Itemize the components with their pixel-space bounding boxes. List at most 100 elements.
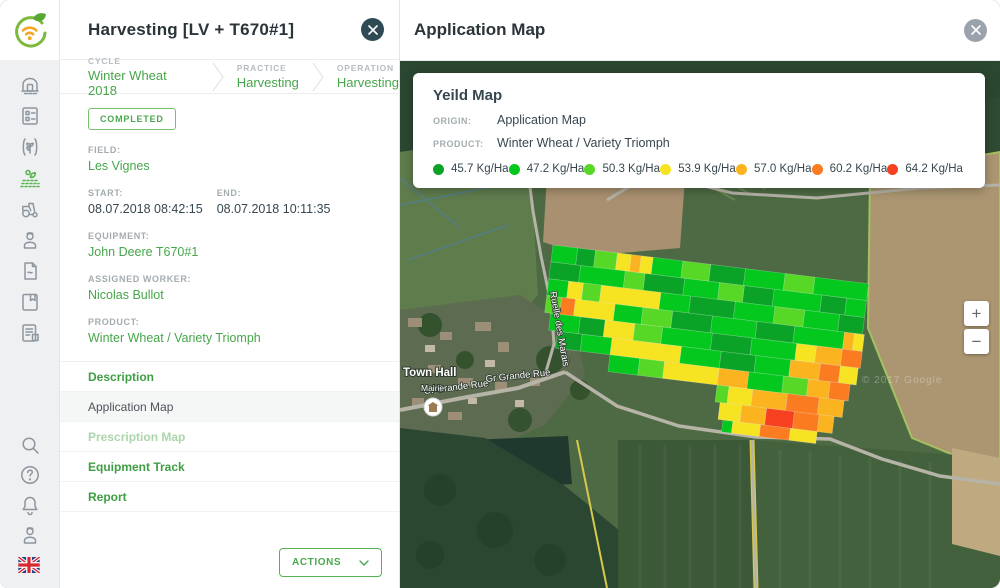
- breadcrumb-operation[interactable]: OPERATION Harvesting: [337, 63, 399, 90]
- search-icon[interactable]: [18, 433, 42, 457]
- close-icon: [971, 25, 981, 35]
- detail-label: END:: [217, 188, 331, 198]
- zoom-out-button[interactable]: −: [964, 329, 989, 354]
- section-description[interactable]: Description: [60, 362, 399, 392]
- breadcrumb-label: PRACTICE: [237, 63, 299, 73]
- detail-value: 08.07.2018 10:11:35: [217, 202, 331, 216]
- map-zoom-controls: + −: [964, 301, 989, 354]
- task-title: Harvesting [LV + T670#1]: [88, 20, 361, 40]
- operations-icon[interactable]: [18, 166, 42, 190]
- legend-dot-icon: [433, 164, 444, 175]
- breadcrumb-cycle[interactable]: CYCLE Winter Wheat 2018: [88, 56, 199, 98]
- map-watermark: © 2017 Google: [862, 375, 942, 386]
- map-close-button[interactable]: [964, 19, 987, 42]
- map-panel-header: Application Map: [400, 0, 1000, 60]
- legend-label: 64.2 Kg/Ha: [905, 163, 963, 175]
- workers-icon[interactable]: [18, 228, 42, 252]
- app-window: Harvesting [LV + T670#1] CYCLE Winter Wh…: [0, 0, 1000, 588]
- breadcrumb-value: Winter Wheat 2018: [88, 68, 199, 98]
- task-panel: Harvesting [LV + T670#1] CYCLE Winter Wh…: [60, 0, 400, 588]
- map-panel: © 2017 Google Gr Grande Rue Gr Grande Ru…: [400, 0, 1000, 588]
- breadcrumb-label: CYCLE: [88, 56, 199, 66]
- detail-value[interactable]: Winter Wheat / Variety Triomph: [88, 331, 371, 345]
- detail-label: FIELD:: [88, 145, 371, 155]
- chevron-right-icon: [311, 62, 325, 92]
- app-logo[interactable]: [0, 0, 59, 60]
- storage-icon[interactable]: [18, 290, 42, 314]
- account-icon[interactable]: [18, 523, 42, 547]
- legend-label: 45.7 Kg/Ha: [451, 163, 509, 175]
- farm-icon[interactable]: [18, 73, 42, 97]
- legend-label: 60.2 Kg/Ha: [830, 163, 888, 175]
- detail-label: PRODUCT:: [88, 317, 371, 327]
- town-hall-label: Town Hall: [403, 367, 456, 379]
- section-report[interactable]: Report: [60, 482, 399, 512]
- breadcrumb-value: Harvesting: [337, 75, 399, 90]
- fields-icon[interactable]: [18, 104, 42, 128]
- task-close-button[interactable]: [361, 18, 384, 41]
- map-area: © 2017 Google Gr Grande Rue Gr Grande Ru…: [400, 60, 1000, 588]
- legend-dot-icon: [660, 164, 671, 175]
- legend-dot-icon: [812, 164, 823, 175]
- legend-label: 50.3 Kg/Ha: [602, 163, 660, 175]
- task-details: FIELD: Les Vignes START: 08.07.2018 08:42:1…: [88, 145, 371, 345]
- origin-label: ORIGIN:: [433, 116, 497, 126]
- notifications-icon[interactable]: [18, 493, 42, 517]
- icon-sidebar: [0, 0, 60, 588]
- zoom-in-button[interactable]: +: [964, 301, 989, 326]
- legend-dot-icon: [736, 164, 747, 175]
- legend-item: 60.2 Kg/Ha: [812, 163, 888, 175]
- breadcrumb-label: OPERATION: [337, 63, 399, 73]
- actions-button[interactable]: ACTIONS: [279, 548, 382, 577]
- detail-value[interactable]: John Deere T670#1: [88, 245, 371, 259]
- product-value: Winter Wheat / Variety Triomph: [497, 136, 670, 150]
- map-panel-title: Application Map: [413, 20, 964, 40]
- legend-item: 45.7 Kg/Ha: [433, 163, 509, 175]
- legend-dot-icon: [887, 164, 898, 175]
- task-section-list: DescriptionApplication MapPrescription M…: [60, 361, 399, 512]
- detail-value[interactable]: Les Vignes: [88, 159, 371, 173]
- equipment-icon[interactable]: [18, 197, 42, 221]
- legend-dot-icon: [509, 164, 520, 175]
- town-hall-marker[interactable]: [424, 398, 442, 416]
- breadcrumb-practice[interactable]: PRACTICE Harvesting: [237, 63, 299, 90]
- reports-icon[interactable]: [18, 321, 42, 345]
- help-icon[interactable]: [18, 463, 42, 487]
- task-panel-body: COMPLETED FIELD: Les Vignes START: 08.07.20…: [60, 94, 399, 512]
- legend-item: 53.9 Kg/Ha: [660, 163, 736, 175]
- crops-icon[interactable]: [18, 135, 42, 159]
- task-panel-header: Harvesting [LV + T670#1]: [60, 0, 399, 60]
- yield-map-card: Yeild Map ORIGIN: Application Map PRODUC…: [413, 73, 985, 188]
- inputs-icon[interactable]: [18, 259, 42, 283]
- sidebar-main-nav: [0, 73, 59, 345]
- legend-label: 53.9 Kg/Ha: [678, 163, 736, 175]
- detail-row: START: 08.07.2018 08:42:15 END: 08.07.2018 …: [88, 173, 371, 216]
- detail-value: 08.07.2018 08:42:15: [88, 202, 203, 216]
- legend-label: 47.2 Kg/Ha: [527, 163, 585, 175]
- detail-value[interactable]: Nicolas Bullot: [88, 288, 371, 302]
- legend-item: 57.0 Kg/Ha: [736, 163, 812, 175]
- detail-label: START:: [88, 188, 203, 198]
- status-badge: COMPLETED: [88, 108, 176, 130]
- section-application-map[interactable]: Application Map: [60, 392, 399, 422]
- greenfield-logo-icon: [11, 11, 49, 49]
- sidebar-utility-nav: [0, 433, 59, 577]
- actions-button-label: ACTIONS: [292, 557, 341, 568]
- legend-dot-icon: [584, 164, 595, 175]
- legend-item: 50.3 Kg/Ha: [584, 163, 660, 175]
- legend-item: 64.2 Kg/Ha: [887, 163, 963, 175]
- mairie-label: Mairie: [421, 383, 444, 393]
- legend-item: 47.2 Kg/Ha: [509, 163, 585, 175]
- chevron-down-icon: [359, 560, 369, 566]
- breadcrumb-value: Harvesting: [237, 75, 299, 90]
- close-icon: [368, 25, 378, 35]
- product-label: PRODUCT:: [433, 139, 497, 149]
- chevron-right-icon: [211, 62, 225, 92]
- legend-label: 57.0 Kg/Ha: [754, 163, 812, 175]
- yield-legend: 45.7 Kg/Ha 47.2 Kg/Ha 50.3 Kg/Ha 53.9 Kg/Ha…: [433, 163, 965, 175]
- language-flag-icon[interactable]: [18, 553, 42, 577]
- section-equipment-track[interactable]: Equipment Track: [60, 452, 399, 482]
- origin-value: Application Map: [497, 113, 586, 127]
- section-prescription-map[interactable]: Prescription Map: [60, 422, 399, 452]
- yield-card-title: Yeild Map: [433, 87, 965, 104]
